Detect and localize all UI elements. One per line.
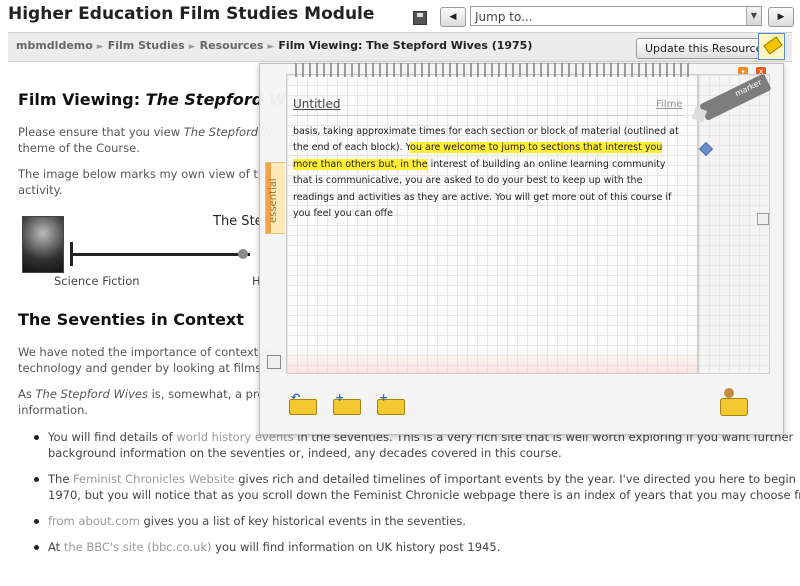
resource-heading: Film Viewing: The Stepford W	[18, 90, 287, 109]
note-divider	[292, 115, 684, 116]
section-heading: The Seventies in Context	[18, 310, 244, 329]
page-title: Higher Education Film Studies Module	[8, 4, 375, 24]
marker-tool-icon[interactable]	[758, 33, 785, 60]
next-resource-button[interactable]: ▶	[768, 7, 794, 27]
intro-paragraph: Please ensure that you view The Stepford…	[18, 125, 274, 155]
scale-title: The Ste	[213, 214, 263, 229]
resource-link-list: You will find details of world history e…	[34, 429, 800, 565]
scale-label-left: Science Fiction	[54, 274, 140, 288]
context-paragraph: We have noted the importance of context …	[18, 345, 284, 375]
breadcrumb-item-home[interactable]: mbmdldemo	[16, 39, 93, 52]
disk-icon[interactable]	[413, 11, 427, 25]
essential-tab[interactable]: essential	[265, 162, 285, 234]
breadcrumb-bar: mbmdldemo ► Film Studies ► Resources ► Film Vi…	[8, 32, 792, 62]
breadcrumb-separator: ►	[188, 42, 196, 52]
scale-marker	[238, 249, 248, 259]
undo-note-icon[interactable]: ↶	[289, 392, 317, 415]
jump-to-value: Jump to...	[475, 10, 533, 24]
list-item: The Feminist Chronicles Website gives ri…	[34, 471, 800, 503]
breadcrumb-item-resources[interactable]: Resources	[200, 39, 264, 52]
essential-label: essential	[268, 178, 279, 223]
image-paragraph: The image below marks my own view of the…	[18, 167, 273, 197]
breadcrumb: mbmdldemo ► Film Studies ► Resources ► Film Vi…	[16, 39, 532, 52]
breadcrumb-current: Film Viewing: The Stepford Wives (1975)	[278, 39, 533, 52]
breadcrumb-separator: ►	[267, 42, 275, 52]
feminist-chronicles-link[interactable]: Feminist Chronicles Website	[73, 472, 235, 486]
note-tag[interactable]: Filme	[656, 99, 682, 110]
resize-icon[interactable]	[757, 213, 769, 225]
note-title[interactable]: Untitled	[293, 97, 340, 111]
update-resource-button[interactable]: Update this Resource	[636, 38, 772, 59]
list-item: from about.com gives you a list of key h…	[34, 513, 800, 529]
bbc-link[interactable]: the BBC's site (bbc.co.uk)	[64, 540, 212, 554]
film-thumbnail	[22, 216, 64, 273]
note-body[interactable]: basis, taking approximate times for each…	[293, 124, 685, 222]
breadcrumb-item-course[interactable]: Film Studies	[108, 39, 185, 52]
genre-scale	[70, 253, 250, 256]
notepad[interactable]	[286, 74, 698, 374]
about-com-link[interactable]: from about.com	[48, 514, 140, 528]
add-note-icon[interactable]: +	[377, 392, 405, 415]
jump-to-select[interactable]: Jump to... ▼	[470, 6, 762, 26]
stepford-paragraph: As The Stepford Wives is, somewhat, a pr…	[18, 387, 265, 417]
breadcrumb-separator: ►	[96, 42, 104, 52]
previous-resource-button[interactable]: ◀	[440, 7, 466, 27]
list-item: At the BBC's site (bbc.co.uk) you will f…	[34, 539, 800, 555]
mini-note-icon[interactable]	[267, 355, 281, 369]
spiral-binding	[292, 63, 692, 77]
share-note-icon[interactable]	[718, 388, 750, 416]
move-note-icon[interactable]: +	[333, 392, 361, 415]
chevron-down-icon[interactable]: ▼	[746, 7, 761, 25]
